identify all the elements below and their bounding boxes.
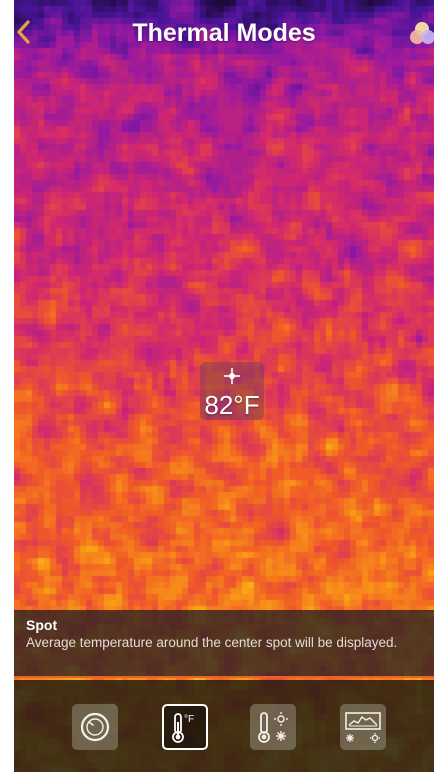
mode-info-panel: Spot Average temperature around the cent… — [14, 610, 434, 678]
page-title: Thermal Modes — [132, 19, 316, 47]
mode-button-hot-cold[interactable] — [250, 704, 296, 750]
mode-button-spot[interactable]: °F — [162, 704, 208, 750]
spot-reticle-box: 82°F — [200, 362, 264, 420]
top-bar: Thermal Modes — [14, 0, 434, 66]
mode-unit-label: °F — [184, 714, 194, 725]
camera-screen: Thermal Modes 82°F Spot Average temperat… — [14, 0, 434, 772]
mode-info-title: Spot — [26, 617, 58, 633]
mode-info-description: Average temperature around the center sp… — [26, 635, 398, 650]
palette-button[interactable] — [408, 20, 434, 48]
mode-button-dial[interactable] — [72, 704, 118, 750]
mode-selector-bar: °F — [14, 680, 434, 772]
spot-temperature: 82°F — [204, 390, 260, 420]
crosshair-icon — [224, 368, 240, 384]
chevron-left-icon — [17, 20, 30, 44]
range-graph-icon — [345, 712, 381, 743]
mode-button-range[interactable] — [340, 704, 386, 750]
dial-icon — [80, 712, 110, 742]
hot-cold-thermometer-icon — [258, 712, 288, 743]
color-palette-icon — [410, 22, 434, 44]
spot-thermometer-fahrenheit-icon: °F — [172, 713, 194, 743]
back-button[interactable] — [14, 16, 38, 48]
